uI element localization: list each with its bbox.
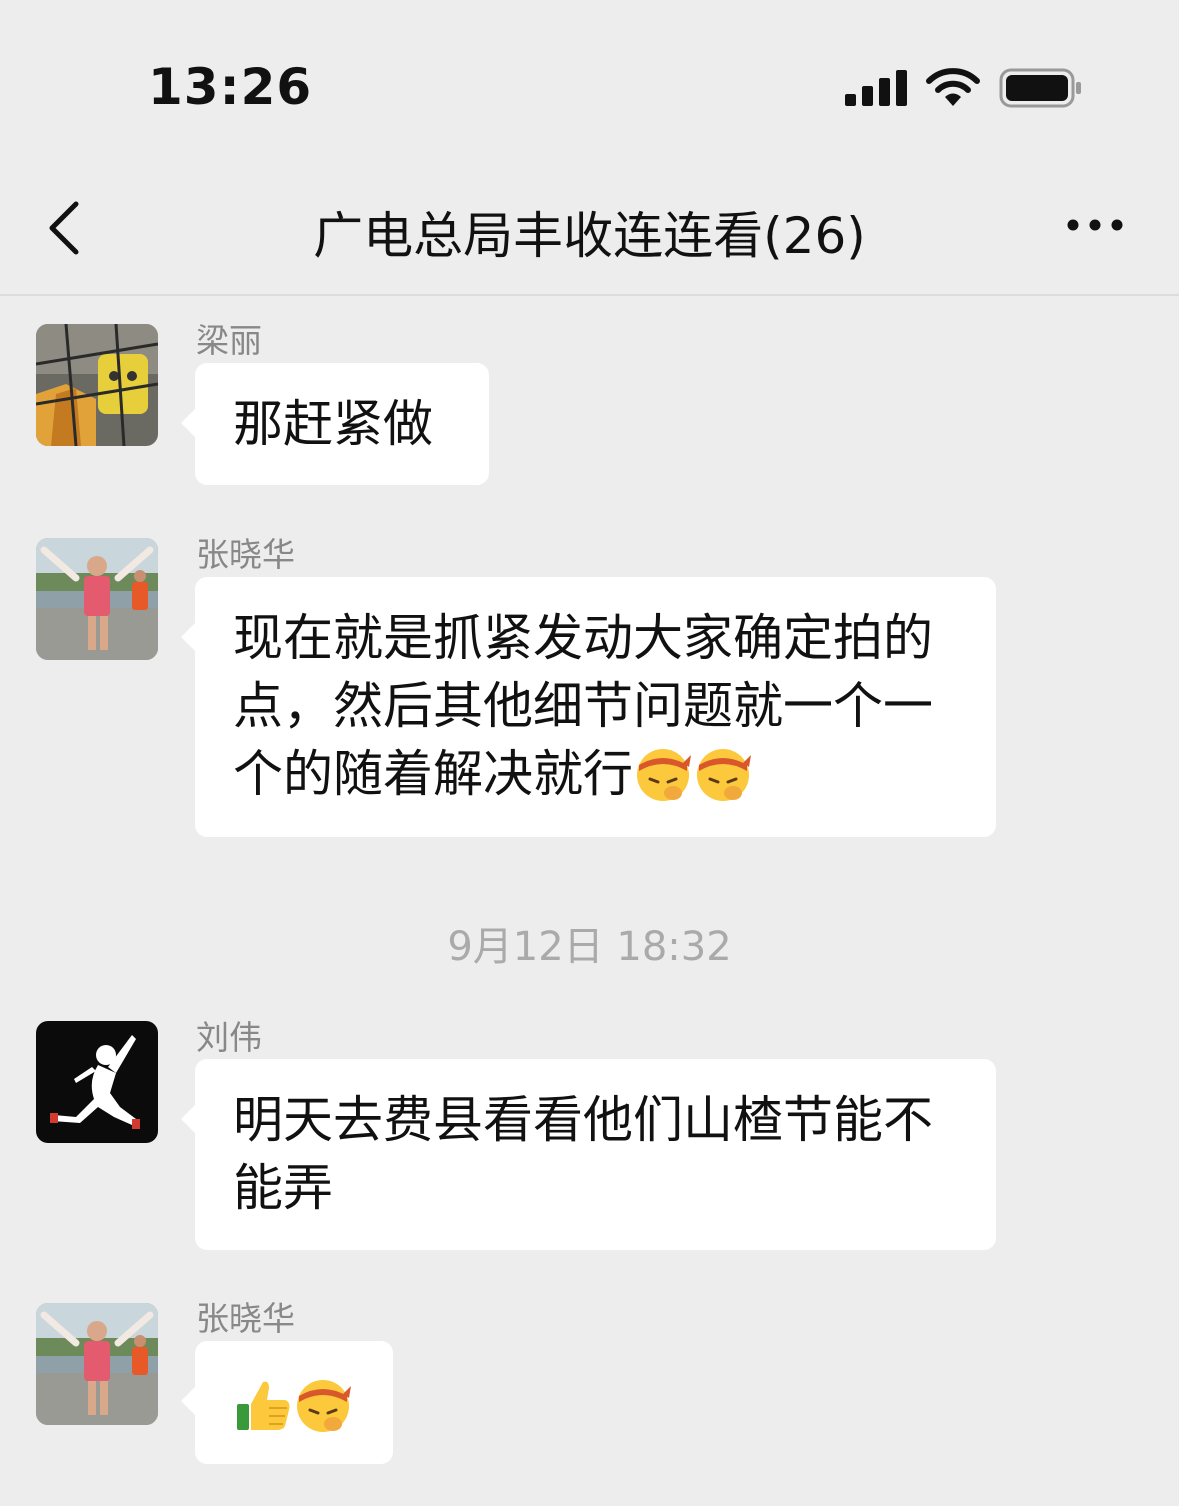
message-text-line: 点，然后其他细节问题就一个一 — [233, 677, 933, 735]
message-text-line-with-emoji: 个的随着解决就行 — [233, 740, 958, 808]
message-text-line: 个的随着解决就行 — [233, 745, 633, 803]
chat-title: 广电总局丰收连连看(26) — [313, 207, 866, 265]
thinking-headband-emoji — [297, 1380, 351, 1432]
avatar-liuwei[interactable] — [36, 1021, 158, 1143]
signal-icon — [845, 70, 907, 106]
battery-icon — [999, 68, 1081, 108]
sender-name: 刘伟 — [196, 1018, 262, 1057]
message-text-line: 现在就是抓紧发动大家确定拍的 — [233, 609, 933, 667]
sender-name: 张晓华 — [196, 535, 295, 574]
thinking-headband-emoji — [637, 749, 691, 801]
status-bar: 13:26 — [0, 0, 1179, 160]
message-text: 那赶紧做 — [233, 395, 433, 453]
chat-timestamp: 9月12日 18:32 — [447, 924, 732, 970]
avatar-zhangxiaohua[interactable] — [36, 1303, 158, 1425]
message-bubble[interactable]: 那赶紧做 — [181, 363, 489, 485]
wifi-icon — [926, 68, 980, 106]
status-time: 13:26 — [148, 58, 313, 116]
thinking-headband-emoji — [697, 749, 751, 801]
more-dots-icon[interactable] — [1064, 214, 1126, 236]
avatar-zhangxiaohua[interactable] — [36, 538, 158, 660]
message-text-line: 明天去费县看看他们山楂节能不 — [233, 1091, 933, 1149]
sender-name: 梁丽 — [196, 321, 262, 360]
message-bubble[interactable] — [181, 1341, 393, 1464]
message-bubble[interactable]: 明天去费县看看他们山楂节能不 能弄 — [181, 1059, 996, 1250]
sender-name: 张晓华 — [196, 1299, 295, 1338]
message-text-line: 能弄 — [233, 1159, 333, 1217]
nav-bar: 广电总局丰收连连看(26) — [0, 160, 1179, 296]
avatar-liangli[interactable] — [36, 324, 158, 446]
message-bubble[interactable]: 现在就是抓紧发动大家确定拍的 点，然后其他细节问题就一个一 个的随着解决就行 — [181, 577, 996, 837]
thumbs-up-emoji — [237, 1381, 290, 1430]
